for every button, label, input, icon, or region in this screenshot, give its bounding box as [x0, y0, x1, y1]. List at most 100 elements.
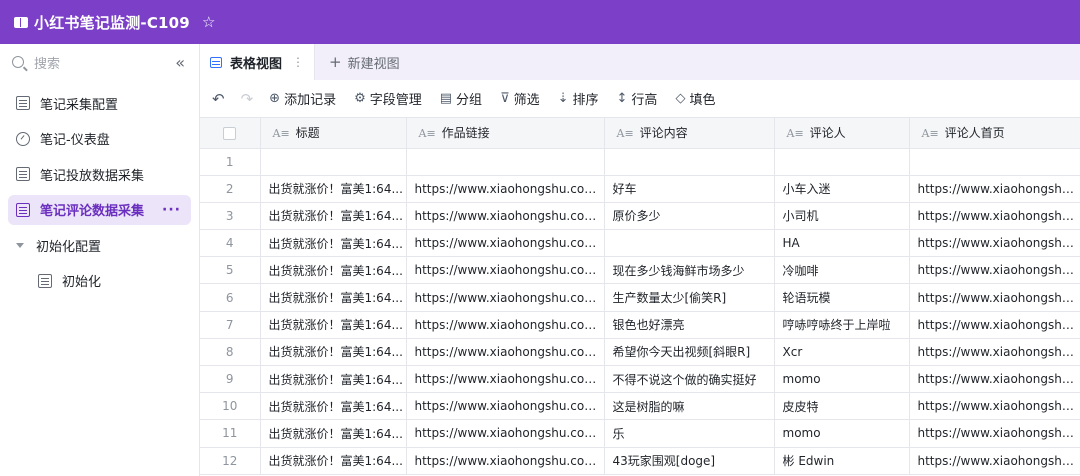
cell-link[interactable]: https://www.xiaohongshu.com/dis... [406, 365, 605, 394]
cell-title[interactable]: 出货就涨价！富美1:64... [260, 229, 407, 258]
sidebar-item-ad-data[interactable]: 笔记投放数据采集 [8, 159, 191, 189]
table-row[interactable]: 3 出货就涨价！富美1:64... https://www.xiaohongshu.… [200, 202, 1080, 231]
select-all-checkbox[interactable] [200, 118, 261, 149]
cell-commenter[interactable]: 彬 Edwin [774, 447, 910, 475]
filter-button[interactable]: ⊽ 筛选 [500, 89, 540, 108]
cell-commenter-home[interactable]: https://www.xiaohongshu.co... [909, 283, 1080, 312]
cell-comment[interactable]: 现在多少钱海鲜市场多少 [604, 256, 775, 285]
checkbox[interactable] [223, 126, 237, 140]
more-options-icon[interactable]: ··· [162, 202, 181, 218]
group-button[interactable]: ▤ 分组 [440, 89, 482, 108]
cell-link[interactable]: https://www.xiaohongshu.com/dis... [406, 447, 605, 475]
cell-commenter[interactable]: 小车入迷 [774, 175, 910, 203]
cell-link[interactable]: https://www.xiaohongshu.com/dis... [406, 311, 605, 339]
table-row[interactable]: 2 出货就涨价！富美1:64... https://www.xiaohongshu.… [200, 175, 1080, 203]
tab-grid-view[interactable]: 表格视图 ⋮ [200, 44, 316, 80]
cell-comment[interactable] [604, 148, 775, 176]
new-view-button[interactable]: + 新建视图 [315, 44, 400, 80]
cell-comment[interactable] [604, 229, 775, 258]
column-header-title[interactable]: A≡ 标题 [260, 118, 407, 149]
cell-commenter[interactable]: momo [774, 365, 910, 394]
row-height-button[interactable]: ↕ 行高 [617, 89, 658, 108]
cell-title[interactable]: 出货就涨价！富美1:64... [260, 419, 407, 448]
cell-commenter-home[interactable]: https://www.xiaohongshu.co... [909, 392, 1080, 421]
cell-title[interactable]: 出货就涨价！富美1:64... [260, 175, 407, 203]
cell-comment[interactable]: 好车 [604, 175, 775, 203]
cell-commenter[interactable]: momo [774, 419, 910, 448]
table-row[interactable]: 7 出货就涨价！富美1:64... https://www.xiaohongshu.… [200, 311, 1080, 339]
tab-more-icon[interactable]: ⋮ [292, 55, 304, 69]
sidebar-search[interactable]: 搜索 « [0, 44, 199, 80]
cell-link[interactable] [406, 148, 605, 176]
cell-commenter-home[interactable] [909, 148, 1080, 176]
table-row[interactable]: 4 出货就涨价！富美1:64... https://www.xiaohongshu.… [200, 229, 1080, 258]
cell-commenter[interactable]: 小司机 [774, 202, 910, 231]
cell-commenter-home[interactable]: https://www.xiaohongshu.co... [909, 338, 1080, 367]
cell-commenter-home[interactable]: https://www.xiaohongshu.co... [909, 229, 1080, 258]
cell-title[interactable]: 出货就涨价！富美1:64... [260, 447, 407, 475]
cell-comment[interactable]: 乐 [604, 419, 775, 448]
cell-link[interactable]: https://www.xiaohongshu.com/dis... [406, 229, 605, 258]
table-row[interactable]: 1 [200, 148, 1080, 176]
sidebar-item-init[interactable]: 初始化 [8, 266, 191, 296]
cell-link[interactable]: https://www.xiaohongshu.com/dis... [406, 202, 605, 231]
cell-title[interactable]: 出货就涨价！富美1:64... [260, 202, 407, 231]
column-header-commenter[interactable]: A≡ 评论人 [774, 118, 910, 149]
cell-link[interactable]: https://www.xiaohongshu.com/dis... [406, 338, 605, 367]
fill-color-button[interactable]: ◇ 填色 [675, 89, 715, 108]
cell-comment[interactable]: 原价多少 [604, 202, 775, 231]
cell-link[interactable]: https://www.xiaohongshu.com/dis... [406, 283, 605, 312]
cell-title[interactable]: 出货就涨价！富美1:64... [260, 365, 407, 394]
table-row[interactable]: 6 出货就涨价！富美1:64... https://www.xiaohongshu.… [200, 283, 1080, 312]
table-row[interactable]: 10 出货就涨价！富美1:64... https://www.xiaohongshu… [200, 392, 1080, 421]
table-row[interactable]: 9 出货就涨价！富美1:64... https://www.xiaohongshu.… [200, 365, 1080, 394]
cell-commenter-home[interactable]: https://www.xiaohongshu.co... [909, 175, 1080, 203]
cell-commenter[interactable]: 皮皮特 [774, 392, 910, 421]
cell-commenter-home[interactable]: https://www.xiaohongshu.co... [909, 202, 1080, 231]
cell-link[interactable]: https://www.xiaohongshu.com/dis... [406, 175, 605, 203]
cell-title[interactable]: 出货就涨价！富美1:64... [260, 311, 407, 339]
sidebar-item-note-collect-config[interactable]: 笔记采集配置 [8, 88, 191, 118]
cell-commenter-home[interactable]: https://www.xiaohongshu.co... [909, 256, 1080, 285]
star-icon[interactable]: ☆ [202, 14, 215, 30]
cell-comment[interactable]: 不得不说这个做的确实挺好 [604, 365, 775, 394]
redo-icon[interactable]: ↷ [241, 90, 254, 108]
search-input[interactable]: 搜索 [34, 53, 175, 72]
cell-comment[interactable]: 这是树脂的嘛 [604, 392, 775, 421]
collapse-sidebar-icon[interactable]: « [175, 53, 187, 72]
cell-comment[interactable]: 希望你今天出视频[斜眼R] [604, 338, 775, 367]
cell-comment[interactable]: 银色也好漂亮 [604, 311, 775, 339]
column-header-commenter-home[interactable]: A≡ 评论人首页 [909, 118, 1080, 149]
sidebar-item-comment-data[interactable]: 笔记评论数据采集 ··· [8, 194, 191, 225]
column-header-comment[interactable]: A≡ 评论内容 [604, 118, 775, 149]
cell-link[interactable]: https://www.xiaohongshu.com/dis... [406, 419, 605, 448]
column-header-link[interactable]: A≡ 作品链接 [406, 118, 605, 149]
cell-commenter[interactable]: Xcr [774, 338, 910, 367]
cell-commenter[interactable]: 哼哧哼哧终于上岸啦 [774, 311, 910, 339]
table-row[interactable]: 8 出货就涨价！富美1:64... https://www.xiaohongshu.… [200, 338, 1080, 367]
cell-link[interactable]: https://www.xiaohongshu.com/dis... [406, 256, 605, 285]
cell-commenter[interactable] [774, 148, 910, 176]
cell-title[interactable]: 出货就涨价！富美1:64... [260, 256, 407, 285]
sidebar-folder-init-config[interactable]: 初始化配置 [8, 230, 191, 260]
field-manage-button[interactable]: ⚙ 字段管理 [354, 89, 422, 108]
cell-commenter-home[interactable]: https://www.xiaohongshu.co... [909, 311, 1080, 339]
cell-commenter-home[interactable]: https://www.xiaohongshu.co... [909, 365, 1080, 394]
cell-link[interactable]: https://www.xiaohongshu.com/dis... [406, 392, 605, 421]
sort-button[interactable]: ⇣ 排序 [558, 89, 599, 108]
cell-comment[interactable]: 生产数量太少[偷笑R] [604, 283, 775, 312]
cell-commenter[interactable]: HA [774, 229, 910, 258]
cell-title[interactable] [260, 148, 407, 176]
cell-commenter[interactable]: 冷咖啡 [774, 256, 910, 285]
caret-down-icon[interactable] [16, 242, 24, 248]
cell-comment[interactable]: 43玩家围观[doge] [604, 447, 775, 475]
cell-title[interactable]: 出货就涨价！富美1:64... [260, 338, 407, 367]
add-record-button[interactable]: ⊕ 添加记录 [269, 89, 336, 108]
cell-commenter-home[interactable]: https://www.xiaohongshu.co... [909, 419, 1080, 448]
table-row[interactable]: 12 出货就涨价！富美1:64... https://www.xiaohongshu… [200, 447, 1080, 475]
cell-title[interactable]: 出货就涨价！富美1:64... [260, 283, 407, 312]
table-row[interactable]: 5 出货就涨价！富美1:64... https://www.xiaohongshu.… [200, 256, 1080, 285]
sidebar-item-dashboard[interactable]: 笔记-仪表盘 [8, 124, 191, 154]
cell-title[interactable]: 出货就涨价！富美1:64... [260, 392, 407, 421]
undo-icon[interactable]: ↶ [212, 90, 225, 108]
